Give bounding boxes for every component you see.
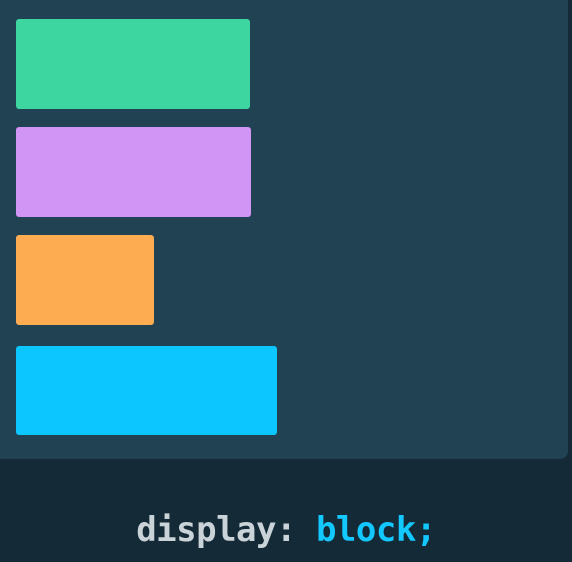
block-box-orange <box>16 235 154 325</box>
block-box-purple <box>16 127 251 217</box>
css-terminator: ; <box>415 510 436 550</box>
block-box-green <box>16 19 250 109</box>
demo-panel <box>0 0 568 459</box>
css-property: display: <box>136 510 296 550</box>
css-code-line: display: block; <box>0 508 572 552</box>
block-box-blue <box>16 346 277 435</box>
css-value: block <box>315 510 416 550</box>
